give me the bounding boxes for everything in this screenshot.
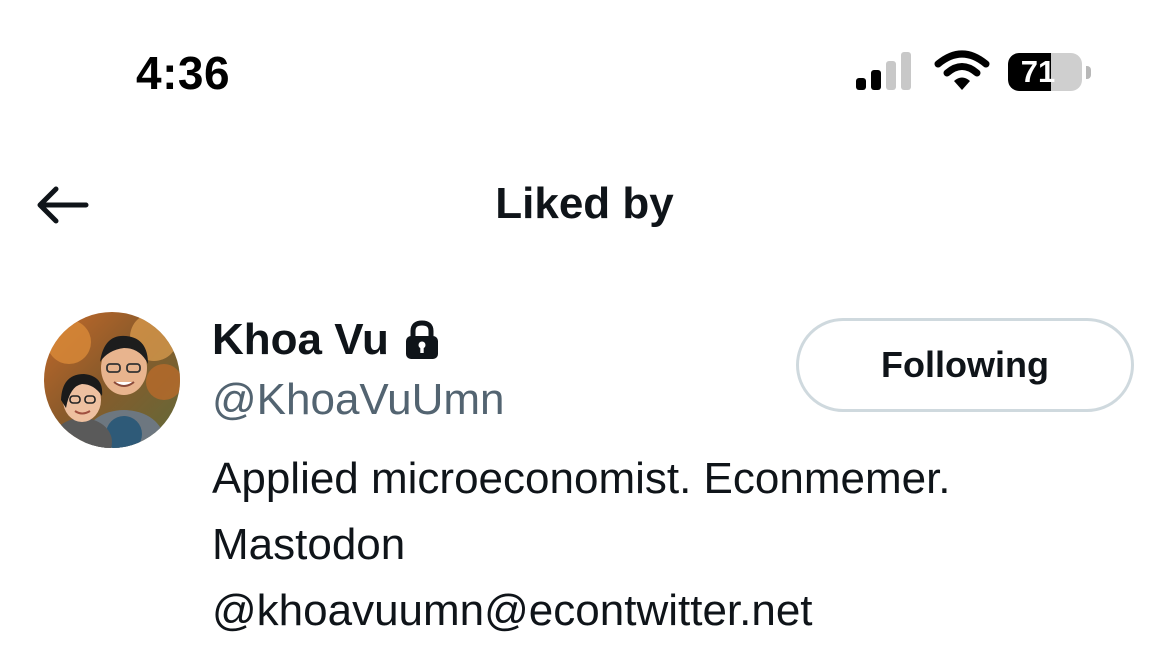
user-bio: Applied microeconomist. Econmemer. Masto… [212,446,1132,644]
user-name: Khoa Vu [212,315,389,364]
avatar-photo [44,312,180,448]
bio-mention-link[interactable]: @khoavuumn@econtwitter.net [212,578,1132,644]
user-name-row[interactable]: Khoa Vu [212,312,441,368]
bio-line: Mastodon [212,520,406,569]
battery-icon: 71 [1008,53,1091,91]
avatar[interactable] [44,312,180,448]
wifi-icon [934,50,990,90]
page-title: Liked by [495,179,674,228]
signal-icon [856,52,911,90]
lock-icon [405,320,438,359]
user-handle[interactable]: @KhoaVuUmn [212,374,505,426]
battery-percent: 71 [1020,54,1056,89]
following-button[interactable]: Following [796,318,1134,412]
bio-line: Applied microeconomist. Econmemer. [212,454,951,503]
liked-by-screen: 4:36 71 Liked by Khoa Vu @KhoaVuUmn Foll… [0,0,1169,658]
status-time: 4:36 [136,47,231,99]
